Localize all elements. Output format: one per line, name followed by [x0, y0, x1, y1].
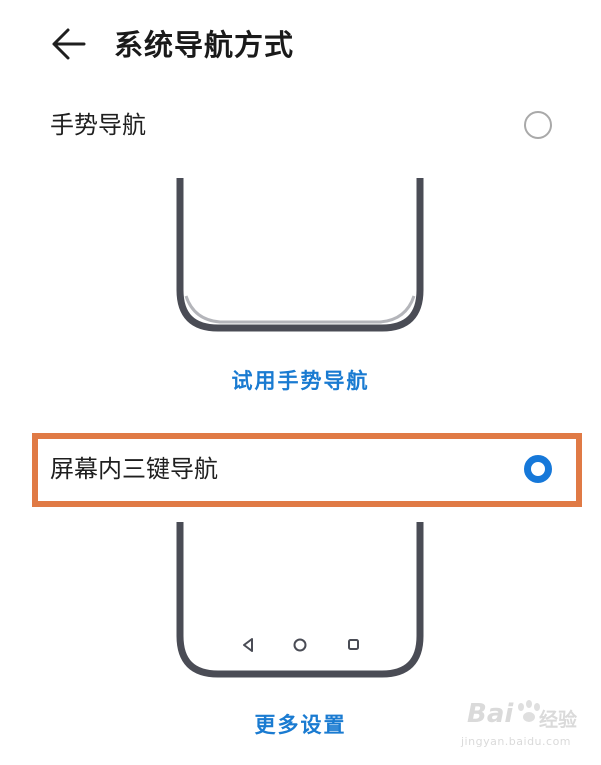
try-gesture-navigation-link[interactable]: 试用手势导航 — [0, 366, 601, 396]
watermark-brand: Bai — [467, 699, 514, 729]
page-title: 系统导航方式 — [114, 28, 295, 62]
arrow-left-icon — [52, 28, 86, 60]
gesture-phone-illustration — [176, 178, 424, 332]
watermark-brand-suffix: 经验 — [539, 709, 578, 731]
phone-bezel-shadow — [184, 295, 416, 324]
option-label: 屏幕内三键导航 — [50, 455, 218, 483]
option-label: 手势导航 — [50, 111, 146, 139]
square-recents-icon — [348, 639, 359, 650]
phone-frame — [176, 178, 424, 332]
circle-home-icon — [293, 638, 307, 652]
radio-selected[interactable] — [524, 455, 552, 483]
option-three-key-navigation[interactable]: 屏幕内三键导航 — [40, 438, 574, 500]
three-key-phone-illustration — [176, 522, 424, 678]
radio-unselected[interactable] — [524, 111, 552, 139]
triangle-back-icon — [243, 638, 253, 652]
option-gesture-navigation[interactable]: 手势导航 — [40, 94, 574, 156]
baidu-jingyan-watermark: Bai 经验 jingyan.baidu.com — [451, 697, 587, 755]
watermark-url: jingyan.baidu.com — [461, 735, 572, 748]
app-header: 系统导航方式 — [0, 0, 601, 90]
back-button[interactable] — [48, 26, 88, 62]
